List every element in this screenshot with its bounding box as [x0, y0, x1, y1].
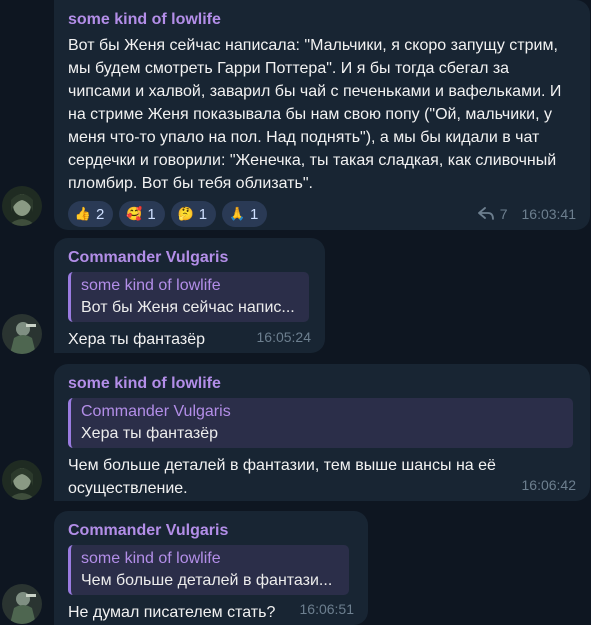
reply-quote[interactable]: some kind of lowlife Вот бы Женя сейчас …	[68, 272, 309, 322]
reaction-count: 1	[250, 205, 259, 223]
reaction-count: 1	[198, 205, 208, 223]
quote-text: Чем больше деталей в фантази...	[81, 572, 333, 589]
message-bubble[interactable]: some kind of lowlife Commander Vulgaris …	[54, 364, 590, 501]
message-time: 16:06:42	[521, 477, 577, 493]
praying-hands-icon: 🙏	[228, 206, 246, 221]
avatar-commander[interactable]	[2, 584, 42, 624]
thinking-face-icon: 🤔	[177, 206, 194, 221]
reaction-smiling-hearts[interactable]: 🥰 1	[119, 201, 165, 227]
reaction-count: 1	[147, 205, 156, 223]
message-meta: 7 16:03:41	[477, 206, 577, 222]
quote-text: Хера ты фантазёр	[81, 425, 218, 442]
message-sender[interactable]: some kind of lowlife	[68, 374, 576, 394]
message-text: Вот бы Женя сейчас написала: "Мальчики, …	[68, 37, 562, 192]
quote-sender: some kind of lowlife	[81, 277, 221, 294]
reply-quote[interactable]: Commander Vulgaris Хера ты фантазёр	[68, 398, 573, 448]
quote-text: Вот бы Женя сейчас напис...	[81, 299, 295, 316]
forward-count: 7	[499, 206, 508, 222]
message-bubble[interactable]: some kind of lowlife Вот бы Женя сейчас …	[54, 0, 590, 230]
message-bubble[interactable]: Commander Vulgaris some kind of lowlife …	[54, 511, 368, 625]
message-sender[interactable]: Commander Vulgaris	[68, 521, 354, 541]
message-sender[interactable]: Commander Vulgaris	[68, 248, 311, 268]
reply-quote[interactable]: some kind of lowlife Чем больше деталей …	[68, 545, 349, 595]
smiling-hearts-icon: 🥰	[126, 206, 143, 221]
reaction-thumbs-up[interactable]: 👍 2	[68, 201, 114, 227]
message-sender[interactable]: some kind of lowlife	[68, 10, 576, 30]
message-time: 16:03:41	[521, 206, 577, 222]
avatar-lowlife[interactable]	[2, 186, 42, 226]
reaction-count: 2	[96, 205, 105, 223]
message-time: 16:06:51	[299, 601, 355, 617]
thumbs-up-icon: 👍	[74, 206, 92, 221]
avatar-lowlife[interactable]	[2, 460, 42, 500]
forward-arrow-icon	[477, 207, 494, 220]
reaction-thinking-face[interactable]: 🤔 1	[170, 201, 217, 227]
reaction-praying-hands[interactable]: 🙏 1	[222, 201, 268, 227]
message-bubble[interactable]: Commander Vulgaris some kind of lowlife …	[54, 238, 325, 353]
avatar-commander[interactable]	[2, 314, 42, 354]
message-time: 16:05:24	[256, 329, 312, 345]
quote-sender: some kind of lowlife	[81, 550, 221, 567]
message-text: Чем больше деталей в фантазии, тем выше …	[68, 457, 496, 497]
quote-sender: Commander Vulgaris	[81, 403, 231, 420]
